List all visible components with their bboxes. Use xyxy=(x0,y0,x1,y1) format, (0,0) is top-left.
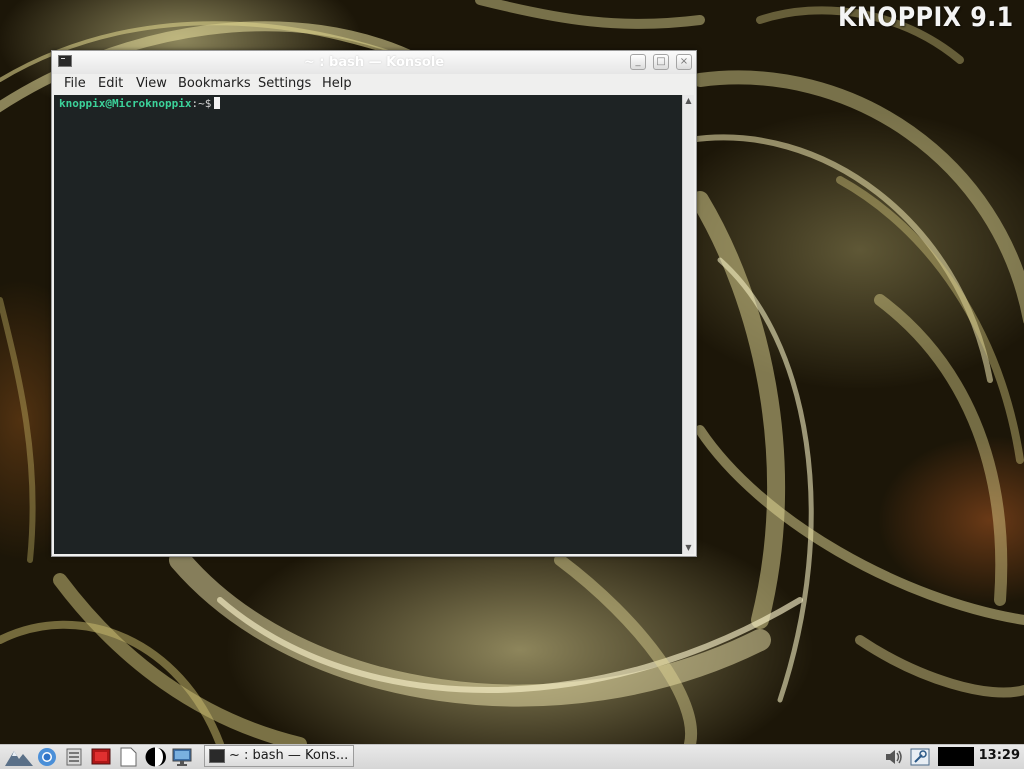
knoppix-brand-text: KNOPPIX 9.1 xyxy=(838,2,1014,33)
task-label: ~ : bash — Kons... xyxy=(229,748,349,763)
menu-settings[interactable]: Settings xyxy=(258,76,311,91)
text-cursor xyxy=(214,97,221,109)
terminal-scrollbar[interactable]: ▲ ▼ xyxy=(682,95,694,554)
taskbar-clock[interactable]: 13:29 xyxy=(979,748,1020,763)
close-icon: × xyxy=(679,56,689,67)
maximize-button[interactable]: □ xyxy=(653,54,669,70)
prompt-user-host: knoppix@Microknoppix xyxy=(59,97,192,110)
terminal-launcher-icon[interactable] xyxy=(91,747,111,767)
menu-file[interactable]: File xyxy=(64,76,86,91)
prompt-path: :~$ xyxy=(191,97,212,110)
monitor-icon[interactable] xyxy=(172,747,192,767)
volume-icon[interactable] xyxy=(884,747,904,767)
prompt-line: knoppix@Microknoppix:~$ xyxy=(59,97,221,110)
maximize-icon: □ xyxy=(656,56,666,67)
taskbar: ~ : bash — Kons... 13:29 xyxy=(0,744,1024,769)
close-button[interactable]: × xyxy=(676,54,692,70)
menu-help[interactable]: Help xyxy=(322,76,352,91)
network-icon[interactable] xyxy=(910,747,930,767)
workspace-pager[interactable] xyxy=(938,747,974,766)
terminal-area[interactable]: knoppix@Microknoppix:~$ xyxy=(54,95,682,554)
scroll-down-icon[interactable]: ▼ xyxy=(683,542,694,554)
window-title: ~ : bash — Konsole xyxy=(303,55,445,70)
minimize-button[interactable]: _ xyxy=(630,54,646,70)
contrast-icon[interactable] xyxy=(143,747,167,767)
start-menu-icon[interactable] xyxy=(4,747,34,767)
chromium-icon[interactable] xyxy=(37,747,57,767)
taskbar-konsole-task[interactable]: ~ : bash — Kons... xyxy=(204,745,354,767)
terminal-task-icon xyxy=(209,749,225,763)
menu-edit[interactable]: Edit xyxy=(98,76,123,91)
file-manager-icon[interactable] xyxy=(64,747,84,767)
minimize-icon: _ xyxy=(635,56,641,67)
menu-view[interactable]: View xyxy=(136,76,167,91)
scroll-up-icon[interactable]: ▲ xyxy=(683,95,694,107)
window-titlebar[interactable]: ~ : bash — Konsole _ □ × xyxy=(52,51,696,75)
menu-bar: File Edit View Bookmarks Settings Help xyxy=(52,74,696,95)
text-editor-icon[interactable] xyxy=(118,747,138,767)
menu-bookmarks[interactable]: Bookmarks xyxy=(178,76,251,91)
konsole-window[interactable]: ~ : bash — Konsole _ □ × File Edit View … xyxy=(51,50,697,557)
